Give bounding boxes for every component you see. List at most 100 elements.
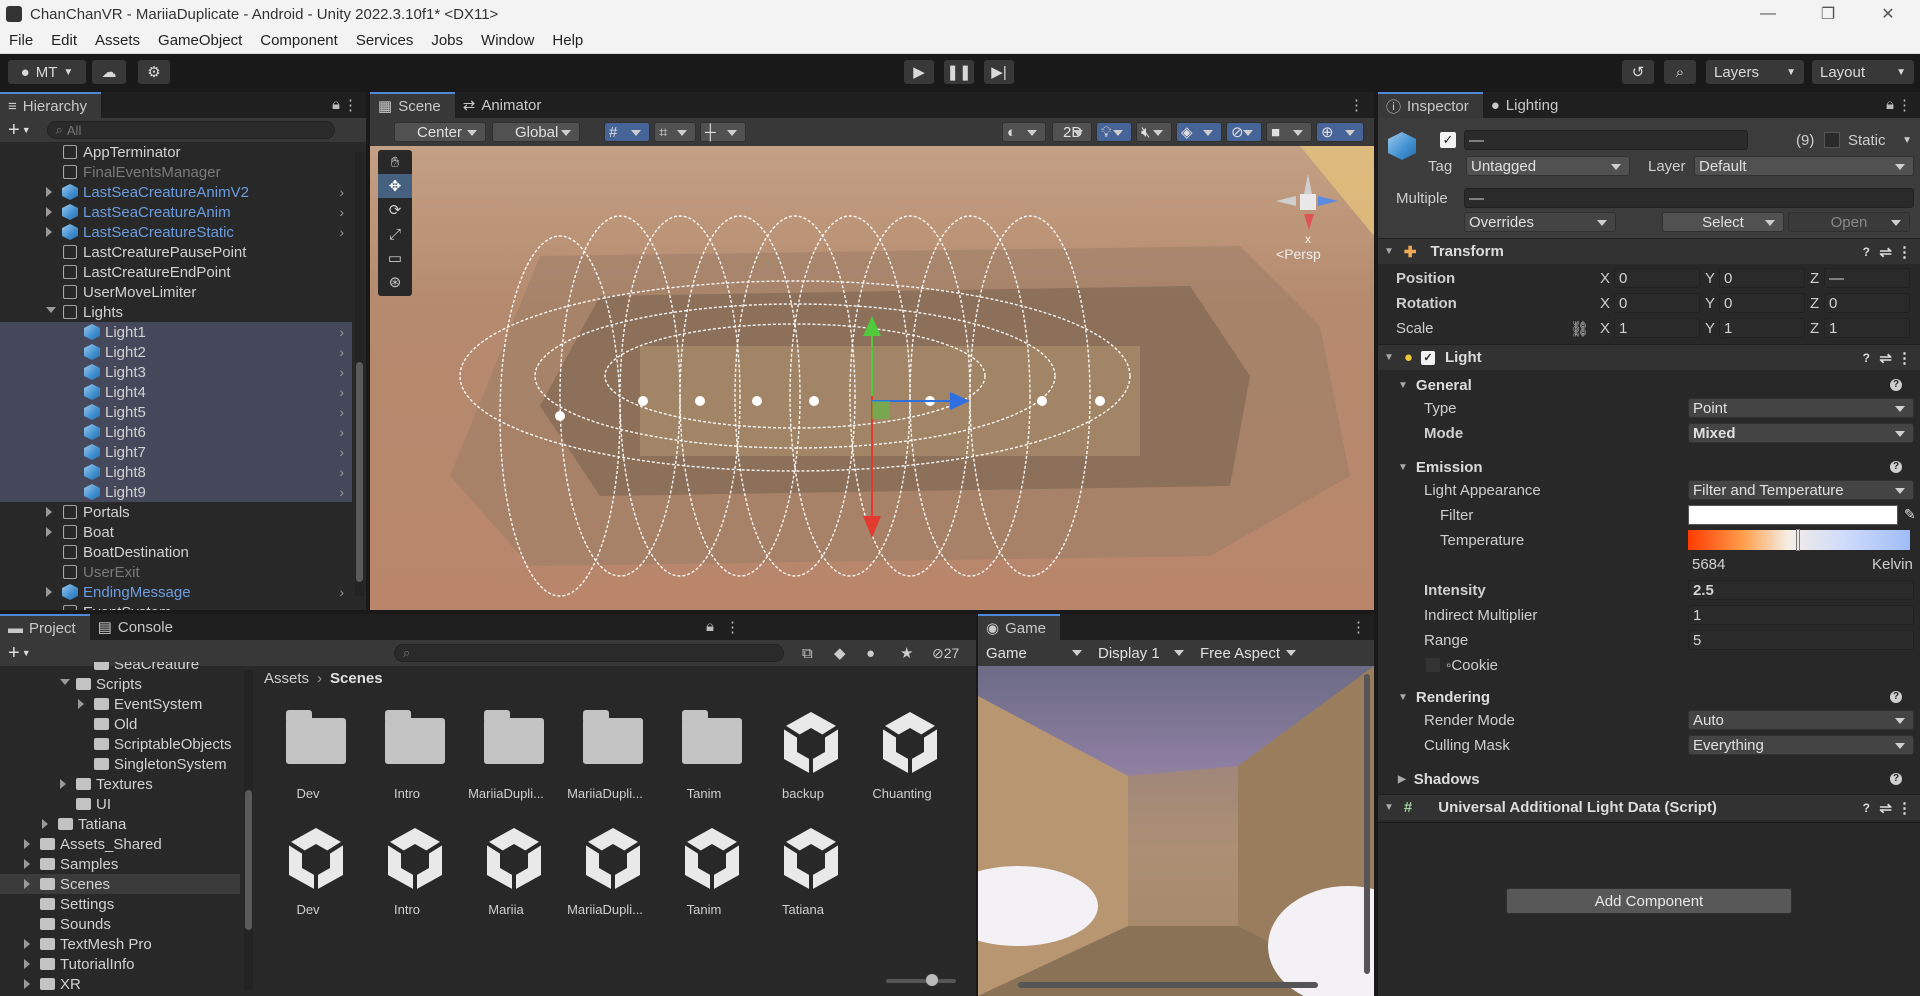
- tab-inspector[interactable]: ⓘ Inspector: [1378, 92, 1483, 118]
- scale-tool-icon[interactable]: ⤢: [378, 222, 412, 246]
- asset-scene[interactable]: backup: [757, 704, 849, 814]
- rotation-input[interactable]: 0: [1719, 293, 1805, 313]
- project-tree-item[interactable]: TextMesh Pro: [0, 934, 240, 954]
- rendering-section-header[interactable]: ▼ Rendering ?: [1378, 686, 1920, 708]
- project-tree-item[interactable]: Assets_Shared: [0, 834, 240, 854]
- active-checkbox[interactable]: ✓: [1440, 132, 1456, 148]
- chevron-right-icon[interactable]: ›: [339, 364, 344, 380]
- hierarchy-item[interactable]: Lights: [0, 302, 352, 322]
- play-button[interactable]: ▶: [904, 60, 934, 84]
- hierarchy-item[interactable]: Light2 ›: [0, 342, 352, 362]
- project-tree-item[interactable]: Samples: [0, 854, 240, 874]
- tag-dropdown[interactable]: Untagged: [1466, 156, 1630, 176]
- tab-project[interactable]: ▬ Project: [0, 614, 90, 640]
- game-vscrollbar[interactable]: [1364, 674, 1370, 974]
- move-tool-icon[interactable]: ✥: [378, 174, 412, 198]
- project-tree-item[interactable]: Tatiana: [0, 814, 240, 834]
- help-icon[interactable]: ?: [1890, 773, 1902, 785]
- cloud-button[interactable]: ☁: [92, 60, 126, 84]
- hierarchy-item[interactable]: Light4 ›: [0, 382, 352, 402]
- render-mode-dropdown[interactable]: Auto: [1688, 710, 1914, 730]
- shadows-section-header[interactable]: ▶ Shadows ?: [1378, 768, 1920, 790]
- menu-assets[interactable]: Assets: [86, 32, 149, 49]
- lock-icon[interactable]: 🔒︎: [332, 96, 340, 113]
- star-icon[interactable]: ★: [900, 644, 913, 662]
- menu-jobs[interactable]: Jobs: [422, 32, 472, 49]
- scrollbar-thumb[interactable]: [356, 362, 363, 582]
- grid-visibility-button[interactable]: ⌗: [654, 122, 696, 142]
- menu-gameobject[interactable]: GameObject: [149, 32, 251, 49]
- layout-dropdown[interactable]: Layout ▼: [1812, 60, 1914, 84]
- expand-arrow-icon[interactable]: [46, 507, 52, 517]
- tab-game[interactable]: ◉ Game: [978, 614, 1060, 640]
- settings-icon[interactable]: ⇌: [1879, 349, 1892, 367]
- aspect-dropdown[interactable]: Free Aspect: [1196, 643, 1304, 663]
- gizmo-z-axis[interactable]: [1318, 196, 1338, 206]
- expand-arrow-icon[interactable]: [24, 839, 30, 849]
- chevron-right-icon[interactable]: ›: [339, 344, 344, 360]
- expand-arrow-icon[interactable]: [46, 187, 52, 197]
- temperature-input[interactable]: 5684: [1688, 554, 1888, 574]
- select-button[interactable]: Select: [1662, 212, 1784, 232]
- asset-scene[interactable]: Intro: [361, 820, 453, 930]
- chevron-down-icon[interactable]: ▼: [1902, 135, 1912, 146]
- cookie-label[interactable]: ◦Cookie: [1446, 657, 1498, 674]
- help-icon[interactable]: ?: [1890, 691, 1902, 703]
- asset-scene[interactable]: Tatiana: [757, 820, 849, 930]
- scrollbar-thumb[interactable]: [245, 790, 252, 930]
- indirect-multiplier-input[interactable]: 1: [1688, 605, 1914, 625]
- game-viewport[interactable]: [978, 666, 1374, 996]
- light-header[interactable]: ▼ ● ✓ Light ? ⇌ ⋮: [1378, 344, 1920, 370]
- tab-console[interactable]: ▤ Console: [90, 614, 187, 640]
- more-icon[interactable]: ⋮: [1897, 243, 1912, 261]
- chevron-right-icon[interactable]: ›: [339, 404, 344, 420]
- lock-icon[interactable]: 🔒︎: [706, 618, 714, 635]
- hierarchy-item[interactable]: EventSystem: [0, 602, 352, 610]
- light-type-dropdown[interactable]: Point: [1688, 398, 1914, 418]
- restore-button[interactable]: ❐: [1800, 0, 1856, 28]
- chevron-right-icon[interactable]: ›: [339, 444, 344, 460]
- draw-mode-dropdown[interactable]: ◐: [1002, 122, 1046, 142]
- scale-input[interactable]: 1: [1614, 318, 1700, 338]
- asset-scene[interactable]: Chuanting: [856, 704, 948, 814]
- more-icon[interactable]: ⋮: [725, 618, 740, 636]
- rotation-input[interactable]: 0: [1824, 293, 1910, 313]
- constrain-proportions-icon[interactable]: ⛓: [1570, 320, 1589, 338]
- asset-scene[interactable]: MariiaDupli...: [559, 820, 651, 930]
- chevron-down-icon[interactable]: ▼: [22, 648, 31, 658]
- warning-icon[interactable]: ●: [866, 645, 875, 662]
- pivot-center-dropdown[interactable]: Center: [394, 122, 486, 142]
- account-button[interactable]: ● MT ▼: [8, 60, 86, 84]
- menu-edit[interactable]: Edit: [42, 32, 86, 49]
- transform-header[interactable]: ▼ ✚ Transform ? ⇌ ⋮: [1378, 238, 1920, 264]
- hierarchy-item[interactable]: LastSeaCreatureStatic ›: [0, 222, 352, 242]
- game-view-dropdown[interactable]: Game: [982, 643, 1090, 663]
- thumbnail-size-slider[interactable]: [886, 974, 956, 986]
- chevron-right-icon[interactable]: ›: [339, 324, 344, 340]
- slider-thumb[interactable]: [926, 974, 938, 986]
- hierarchy-item[interactable]: Boat: [0, 522, 352, 542]
- help-icon[interactable]: ?: [1863, 801, 1870, 815]
- expand-arrow-icon[interactable]: [24, 939, 30, 949]
- project-tree-item[interactable]: SingletonSystem: [0, 754, 240, 774]
- hierarchy-item[interactable]: UserMoveLimiter: [0, 282, 352, 302]
- hierarchy-item[interactable]: LastSeaCreatureAnim ›: [0, 202, 352, 222]
- hierarchy-item[interactable]: EndingMessage ›: [0, 582, 352, 602]
- hierarchy-item[interactable]: LastCreaturePausePoint: [0, 242, 352, 262]
- more-icon[interactable]: ⋮: [1351, 618, 1366, 636]
- scale-input[interactable]: 1: [1824, 318, 1910, 338]
- hierarchy-item[interactable]: Light9 ›: [0, 482, 352, 502]
- rect-tool-icon[interactable]: ▭: [378, 246, 412, 270]
- orientation-gizmo[interactable]: x <Persp: [1270, 166, 1350, 266]
- more-icon[interactable]: ⋮: [1897, 96, 1912, 114]
- help-icon[interactable]: ?: [1890, 461, 1902, 473]
- project-tree-item[interactable]: ScriptableObjects: [0, 734, 240, 754]
- project-tree-item[interactable]: UI: [0, 794, 240, 814]
- chevron-right-icon[interactable]: ›: [339, 584, 344, 600]
- general-section-header[interactable]: ▼ General ?: [1378, 374, 1920, 396]
- expand-arrow-icon[interactable]: [24, 879, 30, 889]
- asset-scene[interactable]: Dev: [262, 820, 354, 930]
- asset-folder[interactable]: Intro: [361, 704, 453, 814]
- hierarchy-item[interactable]: LastSeaCreatureAnimV2 ›: [0, 182, 352, 202]
- asset-folder[interactable]: Dev: [262, 704, 354, 814]
